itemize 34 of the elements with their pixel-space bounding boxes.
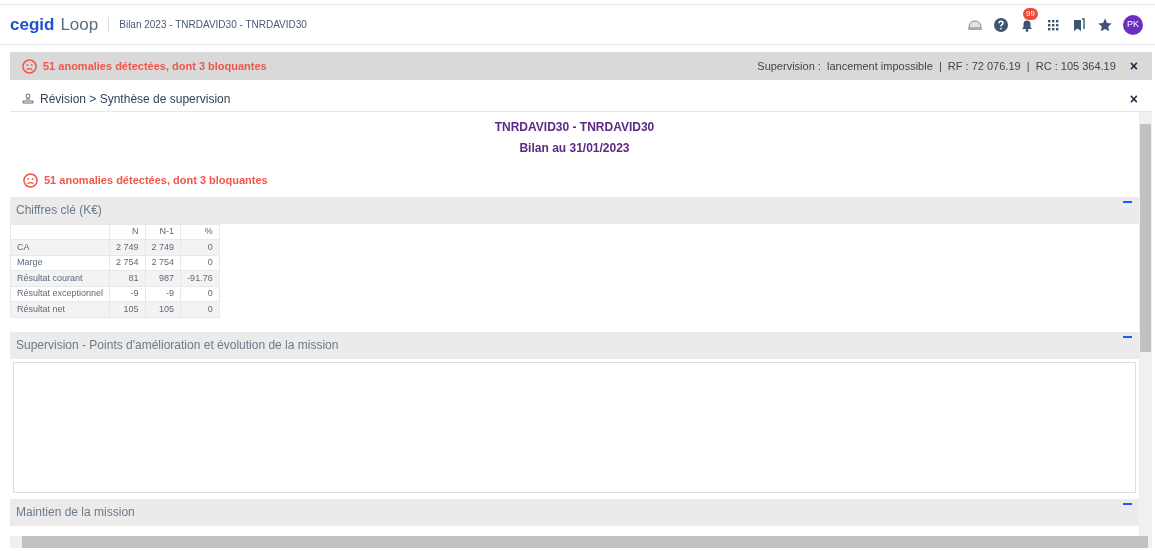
column-header: % xyxy=(180,224,220,240)
breadcrumb: Bilan 2023 - TNRDAVID30 - TNRDAVID30 xyxy=(108,17,307,32)
sad-face-icon xyxy=(23,172,38,188)
period-title: Bilan au 31/01/2023 xyxy=(518,140,631,157)
supervision-status: Supervision : lancement impossible | RF : 72 076.19 | RC : 105 364.19 xyxy=(757,58,1116,74)
close-button[interactable]: × xyxy=(1127,91,1140,106)
logo-product: Loop xyxy=(60,13,99,36)
user-avatar[interactable]: PK xyxy=(1123,14,1143,35)
section-title: Chiffres clé (K€) xyxy=(16,202,102,219)
stamp-icon xyxy=(22,92,34,105)
section-title: Maintien de la mission xyxy=(16,504,135,521)
company-title: TNRDAVID30 - TNRDAVID30 xyxy=(493,119,656,136)
column-header: N xyxy=(109,224,146,240)
table-cell: 2 754 xyxy=(109,255,146,271)
anomaly-message: 51 anomalies détectées, dont 3 bloquantes xyxy=(43,58,267,74)
close-button[interactable]: × xyxy=(1127,59,1140,73)
panel-title: Révision > Synthèse de supervision xyxy=(40,90,231,108)
bookmarks-icon[interactable] xyxy=(1071,16,1087,33)
sad-face-icon xyxy=(22,58,37,74)
section-title: Supervision - Points d'amélioration et évolution de la mission xyxy=(16,337,339,354)
table-cell: 0 xyxy=(180,286,220,302)
table-cell: -9 xyxy=(109,286,146,302)
logo-brand[interactable]: cegid xyxy=(10,11,55,38)
anomaly-message: 51 anomalies détectées, dont 3 bloquantes xyxy=(44,173,268,188)
help-icon[interactable] xyxy=(993,16,1009,33)
notification-badge: 99 xyxy=(1023,7,1038,20)
row-label: Marge xyxy=(10,255,110,271)
row-label: Résultat exceptionnel xyxy=(10,286,110,302)
vertical-scrollbar[interactable] xyxy=(1139,112,1152,536)
table-cell: -9 xyxy=(145,286,181,302)
table-cell: 2 754 xyxy=(145,255,181,271)
horizontal-scrollbar[interactable] xyxy=(10,536,1152,548)
column-header: N-1 xyxy=(145,224,181,240)
table-cell: 0 xyxy=(180,255,220,271)
